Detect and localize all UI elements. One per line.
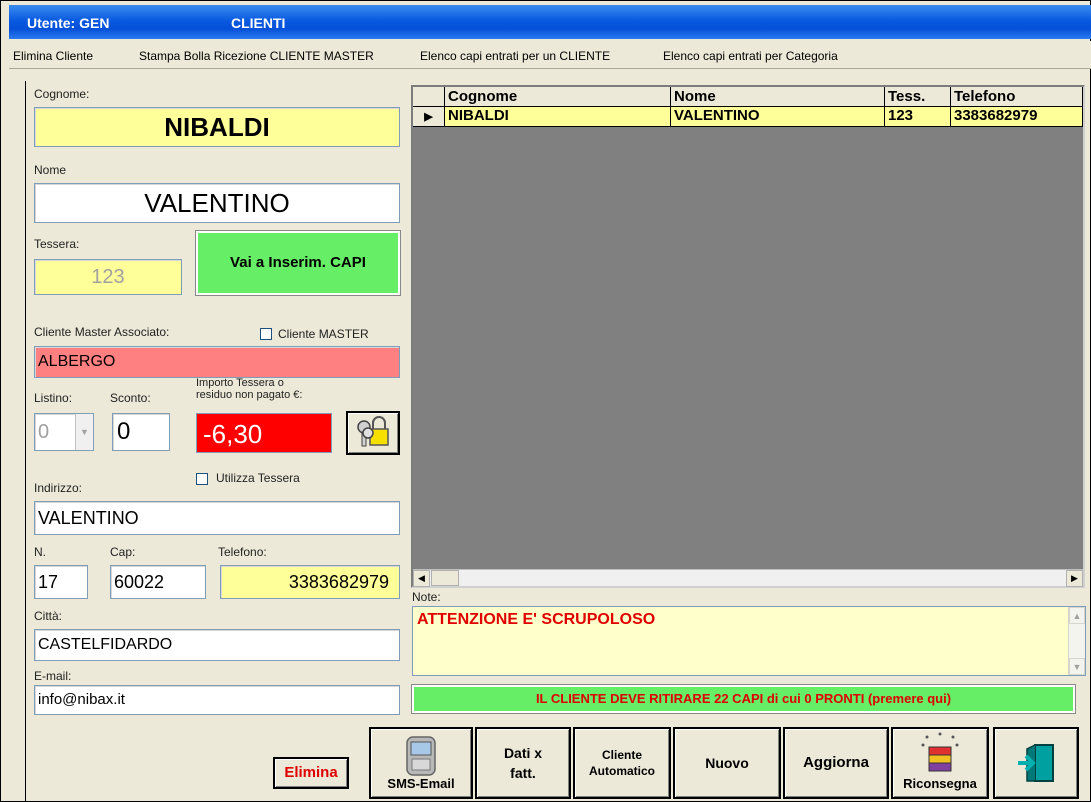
dati-fatt-line1: Dati x — [503, 745, 543, 761]
client-form: Cognome: NIBALDI Nome VALENTINO Tessera:… — [25, 81, 409, 802]
notes-field[interactable]: ATTENZIONE E' SCRUPOLOSO ▲ ▼ — [412, 606, 1086, 676]
column-header-telefono[interactable]: Telefono — [951, 87, 1083, 107]
sms-email-button[interactable]: SMS-Email — [369, 727, 473, 799]
notes-scrollbar[interactable]: ▲ ▼ — [1068, 607, 1085, 675]
title-bar: Utente: GEN CLIENTI — [9, 5, 1091, 39]
vai-inserimento-capi-button[interactable]: Vai a Inserim. CAPI — [196, 231, 400, 295]
grid-corner — [413, 87, 445, 107]
cell-nome[interactable]: VALENTINO — [671, 107, 885, 127]
listino-value: 0 — [38, 421, 50, 443]
cap-label: Cap: — [110, 545, 136, 559]
window-title: CLIENTI — [231, 15, 286, 31]
elimina-button[interactable]: Elimina — [273, 757, 349, 789]
capi-da-ritirare-banner[interactable]: IL CLIENTE DEVE RITIRARE 22 CAPI di cui … — [412, 685, 1075, 713]
cliente-master-label: Cliente Master Associato: — [34, 325, 170, 339]
chevron-down-icon[interactable]: ▼ — [75, 414, 93, 450]
cognome-label: Cognome: — [34, 87, 90, 101]
email-field[interactable]: info@nibax.it — [34, 685, 400, 715]
sconto-label: Sconto: — [110, 391, 151, 405]
email-label: E-mail: — [34, 669, 72, 683]
phone-icon — [406, 736, 436, 776]
cliente-master-checkbox[interactable] — [260, 328, 272, 340]
importo-label-line2: residuo non pagato €: — [196, 389, 303, 401]
note-label: Note: — [412, 590, 441, 604]
utilizza-tessera-label: Utilizza Tessera — [216, 471, 300, 485]
app-window: Utente: GEN CLIENTI Elimina Cliente Stam… — [0, 0, 1091, 802]
citta-label: Città: — [34, 609, 63, 623]
user-label: Utente: GEN — [27, 15, 110, 31]
importo-label-line1: Importo Tessera o — [196, 377, 284, 389]
cliente-master-field[interactable]: ALBERGO — [34, 346, 400, 378]
n-label: N. — [34, 545, 46, 559]
cognome-field[interactable]: NIBALDI — [34, 107, 400, 147]
keys-lock-icon — [357, 416, 389, 447]
indirizzo-label: Indirizzo: — [34, 481, 83, 495]
numero-civico-field[interactable]: 17 — [34, 565, 88, 599]
indirizzo-field[interactable]: VALENTINO — [34, 501, 400, 535]
menu-elenco-capi-categoria[interactable]: Elenco capi entrati per Categoria — [663, 49, 838, 63]
unlock-button[interactable] — [346, 411, 400, 455]
exit-door-icon — [1018, 744, 1054, 782]
nome-label: Nome — [34, 163, 67, 177]
scroll-thumb[interactable] — [431, 570, 459, 586]
riconsegna-label: Riconsegna — [903, 776, 977, 791]
cell-tessera[interactable]: 123 — [885, 107, 951, 127]
menu-stampa-bolla[interactable]: Stampa Bolla Ricezione CLIENTE MASTER — [139, 49, 374, 63]
scroll-right-icon[interactable]: ▶ — [1066, 570, 1083, 587]
row-selector-arrow-icon[interactable]: ▶ — [413, 107, 445, 127]
scroll-down-icon[interactable]: ▼ — [1069, 658, 1085, 675]
tessera-field[interactable]: 123 — [34, 259, 182, 295]
tessera-label: Tessera: — [34, 237, 80, 251]
importo-field[interactable]: -6,30 — [196, 413, 332, 453]
telefono-label: Telefono: — [218, 545, 267, 559]
menu-elimina-cliente[interactable]: Elimina Cliente — [13, 49, 93, 63]
menu-bar: Elimina Cliente Stampa Bolla Ricezione C… — [9, 41, 1091, 69]
cell-cognome[interactable]: NIBALDI — [445, 107, 671, 127]
listino-label: Listino: — [34, 391, 73, 405]
cap-field[interactable]: 60022 — [110, 565, 206, 599]
scroll-up-icon[interactable]: ▲ — [1069, 607, 1085, 624]
clients-grid[interactable]: Cognome Nome Tess. Telefono ▶ NIBALDI VA… — [411, 85, 1085, 588]
dati-fatt-line2: fatt. — [510, 765, 536, 781]
cliente-master-checkbox-label: Cliente MASTER — [278, 327, 369, 341]
exit-button[interactable] — [993, 727, 1079, 799]
riconsegna-button[interactable]: Riconsegna — [891, 727, 989, 799]
utilizza-tessera-checkbox[interactable] — [196, 473, 208, 485]
cliente-automatico-line2: Automatico — [589, 764, 655, 778]
scroll-left-icon[interactable]: ◀ — [413, 570, 430, 587]
nuovo-button[interactable]: Nuovo — [673, 727, 781, 799]
aggiorna-button[interactable]: Aggiorna — [783, 727, 889, 799]
nome-field[interactable]: VALENTINO — [34, 183, 400, 223]
listino-select[interactable]: 0 ▼ — [34, 413, 94, 451]
menu-elenco-capi-cliente[interactable]: Elenco capi entrati per un CLIENTE — [420, 49, 610, 63]
clothes-bundle-icon — [921, 732, 959, 772]
telefono-field[interactable]: 3383682979 — [220, 565, 400, 599]
sms-email-label: SMS-Email — [387, 776, 455, 791]
sconto-field[interactable]: 0 — [112, 413, 170, 451]
cliente-automatico-line1: Cliente — [601, 748, 642, 762]
column-header-nome[interactable]: Nome — [671, 87, 885, 107]
table-row[interactable]: ▶ NIBALDI VALENTINO 123 3383682979 — [413, 107, 1083, 127]
horizontal-scrollbar[interactable]: ◀ ▶ — [413, 569, 1083, 587]
dati-fatturazione-button[interactable]: Dati x fatt. — [475, 727, 571, 799]
cliente-automatico-button[interactable]: Cliente Automatico — [573, 727, 671, 799]
notes-text: ATTENZIONE E' SCRUPOLOSO — [417, 611, 656, 628]
column-header-tess[interactable]: Tess. — [885, 87, 951, 107]
cell-telefono[interactable]: 3383682979 — [951, 107, 1083, 127]
grid-header: Cognome Nome Tess. Telefono — [413, 87, 1083, 107]
column-header-cognome[interactable]: Cognome — [445, 87, 671, 107]
citta-field[interactable]: CASTELFIDARDO — [34, 629, 400, 661]
